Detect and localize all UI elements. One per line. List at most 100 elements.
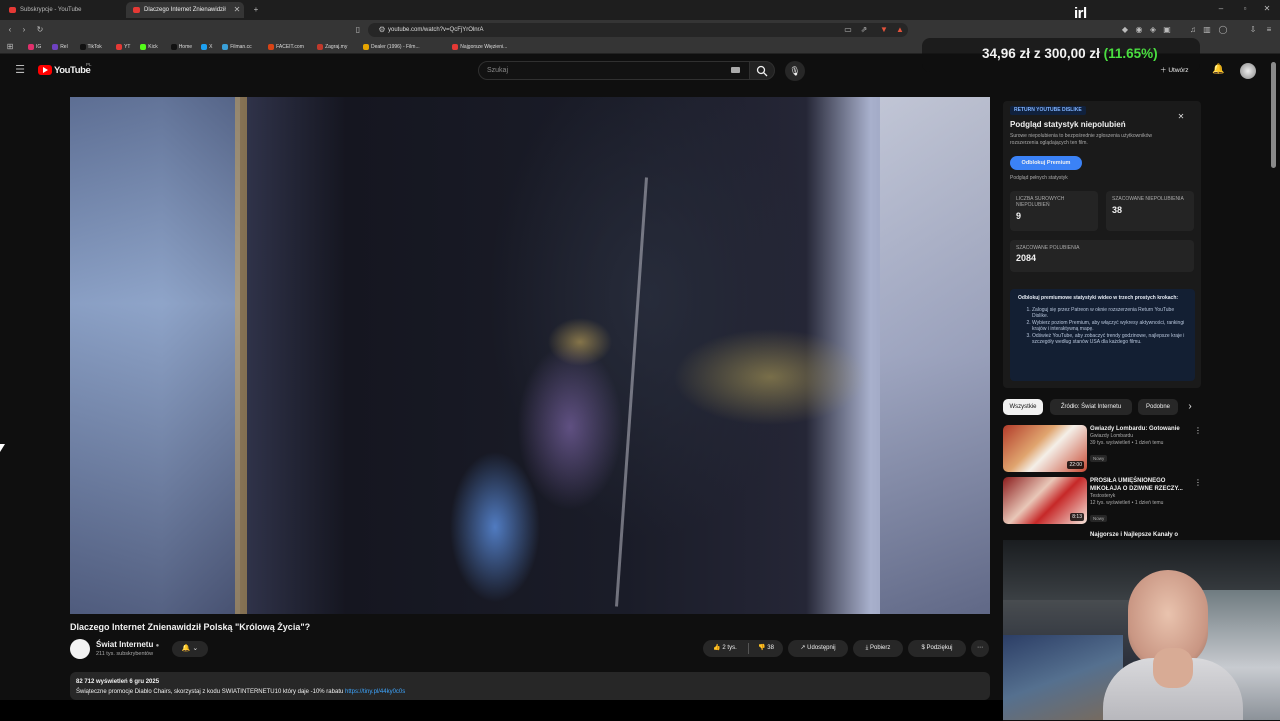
bookmark-item[interactable]: Dealer (1996) - Film... bbox=[363, 42, 420, 52]
more-vertical-icon[interactable]: ⋮ bbox=[1194, 477, 1202, 489]
chip-similar[interactable]: Podobne bbox=[1138, 399, 1178, 415]
recommendation-item[interactable]: Gwiazdy Lombardu: Gotowanie Gwiazdy Lomb… bbox=[1090, 425, 1190, 465]
brave-shield-icon[interactable]: ▼ bbox=[879, 24, 889, 36]
description-line: Świąteczne promocje Diablo Chairs, skorz… bbox=[76, 687, 984, 697]
video-frame-blur bbox=[880, 97, 990, 614]
share-page-icon[interactable]: ⇗ bbox=[859, 24, 869, 36]
create-button[interactable]: ＋ Utwórz bbox=[1160, 64, 1189, 78]
recommendation-item[interactable]: Najgorsze i Najlepsze Kanały o bbox=[1090, 531, 1190, 539]
back-icon[interactable]: ‹ bbox=[4, 24, 16, 36]
page-scrollbar[interactable] bbox=[1271, 62, 1276, 168]
download-button[interactable]: ⤓ Pobierz bbox=[853, 640, 903, 657]
subscription-bell-button[interactable]: 🔔 ⌄ bbox=[172, 641, 208, 657]
extension-icon[interactable]: ▣ bbox=[1162, 24, 1172, 36]
bookmark-label: Home bbox=[178, 44, 193, 50]
search-placeholder: Szukaj bbox=[487, 67, 509, 74]
extension-icon[interactable]: ◈ bbox=[1148, 24, 1158, 36]
search-input[interactable]: Szukaj bbox=[478, 61, 750, 80]
menu-icon[interactable]: ≡ bbox=[1264, 24, 1274, 36]
chevron-right-icon[interactable]: › bbox=[1184, 401, 1196, 413]
extension-icon[interactable]: ◆ bbox=[1120, 24, 1130, 36]
extension-icon[interactable]: ◉ bbox=[1134, 24, 1144, 36]
bookmark-label: Kick bbox=[148, 44, 158, 50]
estimated-dislikes-label: SZACOWANE NIEPOLUBIENIA bbox=[1112, 196, 1184, 202]
like-button[interactable]: 👍 2 tys. bbox=[703, 640, 747, 657]
video-player[interactable] bbox=[70, 97, 990, 614]
bookmark-item[interactable]: IG bbox=[28, 42, 41, 52]
profile-icon[interactable]: ◯ bbox=[1218, 24, 1228, 36]
maximize-icon[interactable]: ▫ bbox=[1238, 3, 1252, 15]
search-button[interactable] bbox=[749, 61, 775, 80]
more-vertical-icon[interactable]: ⋮ bbox=[1194, 425, 1202, 437]
bookmark-favicon-icon bbox=[140, 44, 147, 50]
voice-search-button[interactable]: 🎙 bbox=[785, 61, 805, 81]
chip-all[interactable]: Wszystkie bbox=[1003, 399, 1043, 415]
thanks-label: Podziękuj bbox=[926, 645, 953, 651]
close-window-icon[interactable]: ✕ bbox=[1260, 3, 1274, 15]
more-actions-button[interactable]: ⋯ bbox=[971, 640, 989, 657]
sidebar-toggle-icon[interactable]: ▥ bbox=[1202, 24, 1212, 36]
bookmark-item[interactable]: TikTok bbox=[79, 42, 102, 52]
new-tab-icon[interactable]: + bbox=[250, 4, 262, 16]
dislike-count: 38 bbox=[767, 645, 774, 651]
new-badge: Nowy bbox=[1090, 515, 1108, 522]
bookmark-item[interactable]: YT bbox=[116, 42, 130, 52]
bookmark-favicon-icon bbox=[222, 44, 229, 50]
thanks-button[interactable]: $ Podziękuj bbox=[908, 640, 966, 657]
account-avatar[interactable] bbox=[1240, 63, 1256, 79]
url-field[interactable]: youtube.com/watch?v=QcFjYrOlnrA bbox=[368, 23, 908, 37]
bookmark-item[interactable]: Najgorsze Więzieni... bbox=[452, 42, 507, 52]
description-box[interactable]: 82 712 wyświetleń 6 gru 2025 Świąteczne … bbox=[70, 672, 990, 700]
donation-goal: 300,00 zł bbox=[1044, 46, 1100, 61]
keyboard-icon[interactable] bbox=[731, 67, 740, 73]
youtube-logo-icon[interactable] bbox=[38, 65, 52, 75]
close-icon[interactable]: ✕ bbox=[1176, 111, 1186, 123]
hamburger-menu-icon[interactable]: ☰ bbox=[12, 64, 28, 76]
apps-grid-icon[interactable]: ⊞ bbox=[4, 41, 16, 53]
bookmark-item[interactable]: X bbox=[201, 42, 212, 52]
subscriber-count: 211 tys. subskrybentów bbox=[96, 651, 154, 657]
video-frame-blur bbox=[615, 177, 648, 607]
forward-icon[interactable]: › bbox=[18, 24, 30, 36]
recommendation-thumbnail[interactable]: 22:00 bbox=[1003, 425, 1087, 472]
channel-name-text: Świat Internetu bbox=[96, 640, 154, 649]
share-button[interactable]: ↗ Udostępnij bbox=[788, 640, 848, 657]
premium-promo-box: Odblokuj premiumowe statystyki wideo w t… bbox=[1010, 289, 1195, 381]
bookmark-item[interactable]: FACEIT.com bbox=[268, 42, 304, 52]
recommendation-item[interactable]: PROSIŁA UMIĘŚNIONEGO MIKOŁAJA O DZIWNE R… bbox=[1090, 477, 1190, 525]
reload-icon[interactable]: ↻ bbox=[34, 24, 46, 36]
bookmark-item[interactable]: Home bbox=[170, 42, 193, 52]
youtube-logo-text[interactable]: YouTube bbox=[54, 65, 91, 76]
channel-avatar[interactable] bbox=[70, 639, 90, 659]
bookmark-page-icon[interactable]: ▯ bbox=[352, 24, 364, 36]
notifications-bell-icon[interactable]: 🔔 bbox=[1212, 64, 1224, 76]
bookmark-item[interactable]: Filman.cc bbox=[222, 42, 252, 52]
full-stats-link[interactable]: Podgląd pełnych statystyk bbox=[1010, 175, 1068, 181]
verified-icon: ● bbox=[155, 643, 160, 649]
promo-step: Odśwież YouTube, aby zobaczyć trendy god… bbox=[1032, 333, 1187, 346]
bookmark-item[interactable]: Zagraj.my bbox=[317, 42, 347, 52]
thumbs-up-icon: 👍 bbox=[713, 645, 721, 651]
chip-source[interactable]: Źródło: Świat Internetu bbox=[1050, 399, 1132, 415]
minimize-icon[interactable]: – bbox=[1214, 3, 1228, 15]
site-info-icon[interactable]: ⚙ bbox=[377, 24, 387, 36]
bookmark-item[interactable]: Kick bbox=[140, 42, 158, 52]
dislike-button[interactable]: 👎 38 bbox=[749, 640, 783, 657]
promo-title: Odblokuj premiumowe statystyki wideo w t… bbox=[1018, 295, 1179, 301]
description-link[interactable]: https://tiny.pl/44ky0c0s bbox=[345, 689, 405, 695]
bookmark-item[interactable]: Rel bbox=[52, 42, 68, 52]
unlock-premium-button[interactable]: Odblokuj Premium bbox=[1010, 156, 1082, 170]
bookmark-favicon-icon bbox=[116, 44, 123, 50]
close-tab-icon[interactable]: ✕ bbox=[232, 4, 242, 16]
estimated-likes-box: SZACOWANE POLUBIENIA 2084 bbox=[1010, 240, 1194, 272]
browser-tab-active[interactable]: Dlaczego Internet Znienawidził bbox=[126, 2, 244, 18]
browser-tab-subskrypcje[interactable]: Subskrypcje - YouTube bbox=[2, 2, 122, 18]
download-icon[interactable]: ⇩ bbox=[1248, 24, 1258, 36]
recommendation-thumbnail[interactable]: 8:13 bbox=[1003, 477, 1087, 524]
bookmark-label: Rel bbox=[60, 44, 68, 50]
channel-name[interactable]: Świat Internetu ● bbox=[96, 640, 159, 649]
media-icon[interactable]: ♫ bbox=[1188, 24, 1198, 36]
donation-of: z bbox=[1033, 46, 1041, 61]
rewards-icon[interactable]: ▲ bbox=[895, 24, 905, 36]
cast-icon[interactable]: ▭ bbox=[843, 24, 853, 36]
